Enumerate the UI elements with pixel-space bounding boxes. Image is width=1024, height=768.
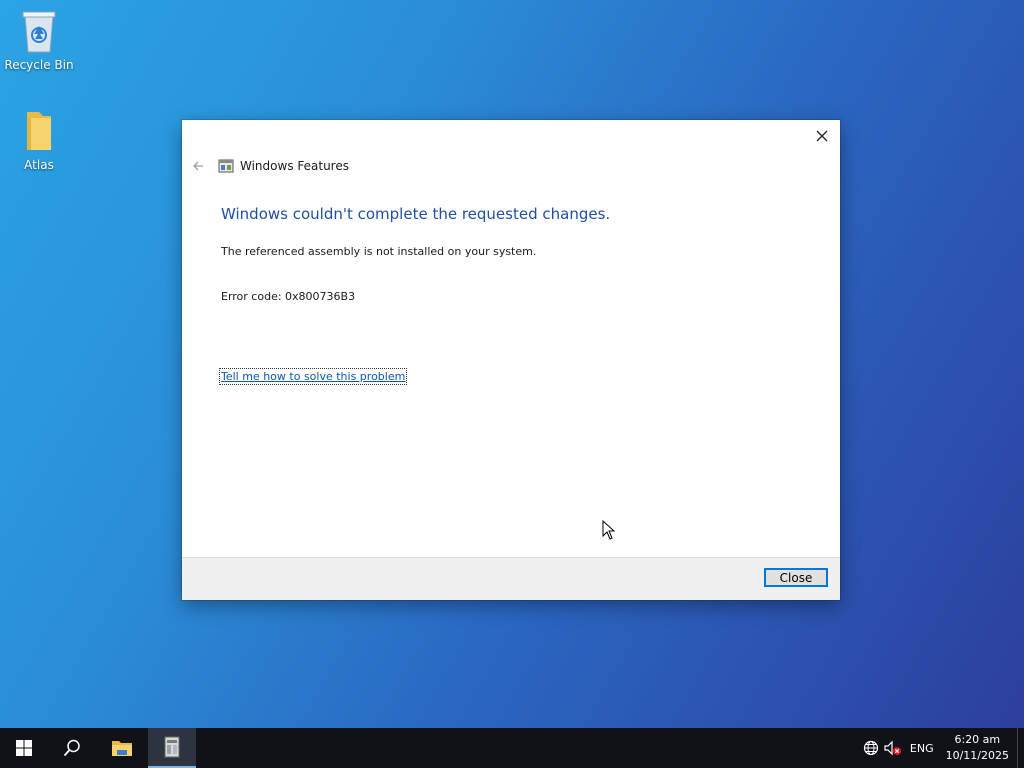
clock[interactable]: 6:20 am 10/11/2025 — [946, 732, 1009, 764]
search-icon — [63, 739, 80, 757]
search-button[interactable] — [48, 728, 96, 768]
close-icon[interactable] — [810, 124, 834, 148]
clock-time: 6:20 am — [954, 733, 1001, 746]
windows-features-icon — [218, 158, 234, 174]
start-button[interactable] — [0, 728, 48, 768]
back-arrow-icon[interactable] — [190, 158, 206, 174]
dialog-footer: Close — [182, 557, 840, 600]
recycle-bin-icon — [19, 8, 59, 54]
taskbar: ENG 6:20 am 10/11/2025 — [0, 728, 1024, 768]
desktop-icon-atlas[interactable]: Atlas — [2, 108, 76, 172]
dialog-header: Windows Features — [190, 156, 349, 176]
windows-features-taskbar-button[interactable] — [148, 728, 196, 768]
file-explorer-button[interactable] — [98, 728, 146, 768]
error-code: Error code: 0x800736B3 — [221, 290, 356, 303]
desktop-icon-label: Atlas — [24, 158, 54, 172]
start-icon — [16, 740, 32, 756]
volume-muted-icon[interactable] — [882, 728, 904, 768]
file-explorer-icon — [112, 741, 132, 756]
windows-features-dialog: Windows Features Windows couldn't comple… — [182, 120, 840, 600]
language-indicator[interactable]: ENG — [910, 742, 934, 755]
show-desktop-button[interactable] — [1017, 728, 1024, 768]
main-instruction: Windows couldn't complete the requested … — [221, 205, 611, 223]
network-icon[interactable] — [860, 728, 882, 768]
dialog-title: Windows Features — [240, 159, 349, 173]
help-link[interactable]: Tell me how to solve this problem — [218, 368, 408, 385]
folder-icon — [19, 108, 59, 154]
windows-features-icon — [164, 736, 180, 758]
close-button[interactable]: Close — [764, 568, 828, 587]
clock-date: 10/11/2025 — [945, 749, 1009, 762]
desktop-icon-recycle-bin[interactable]: Recycle Bin — [2, 8, 76, 72]
desktop-icon-label: Recycle Bin — [4, 58, 74, 72]
system-tray: ENG 6:20 am 10/11/2025 — [860, 728, 1024, 768]
mouse-cursor-icon — [602, 519, 616, 544]
error-message: The referenced assembly is not installed… — [221, 245, 537, 258]
